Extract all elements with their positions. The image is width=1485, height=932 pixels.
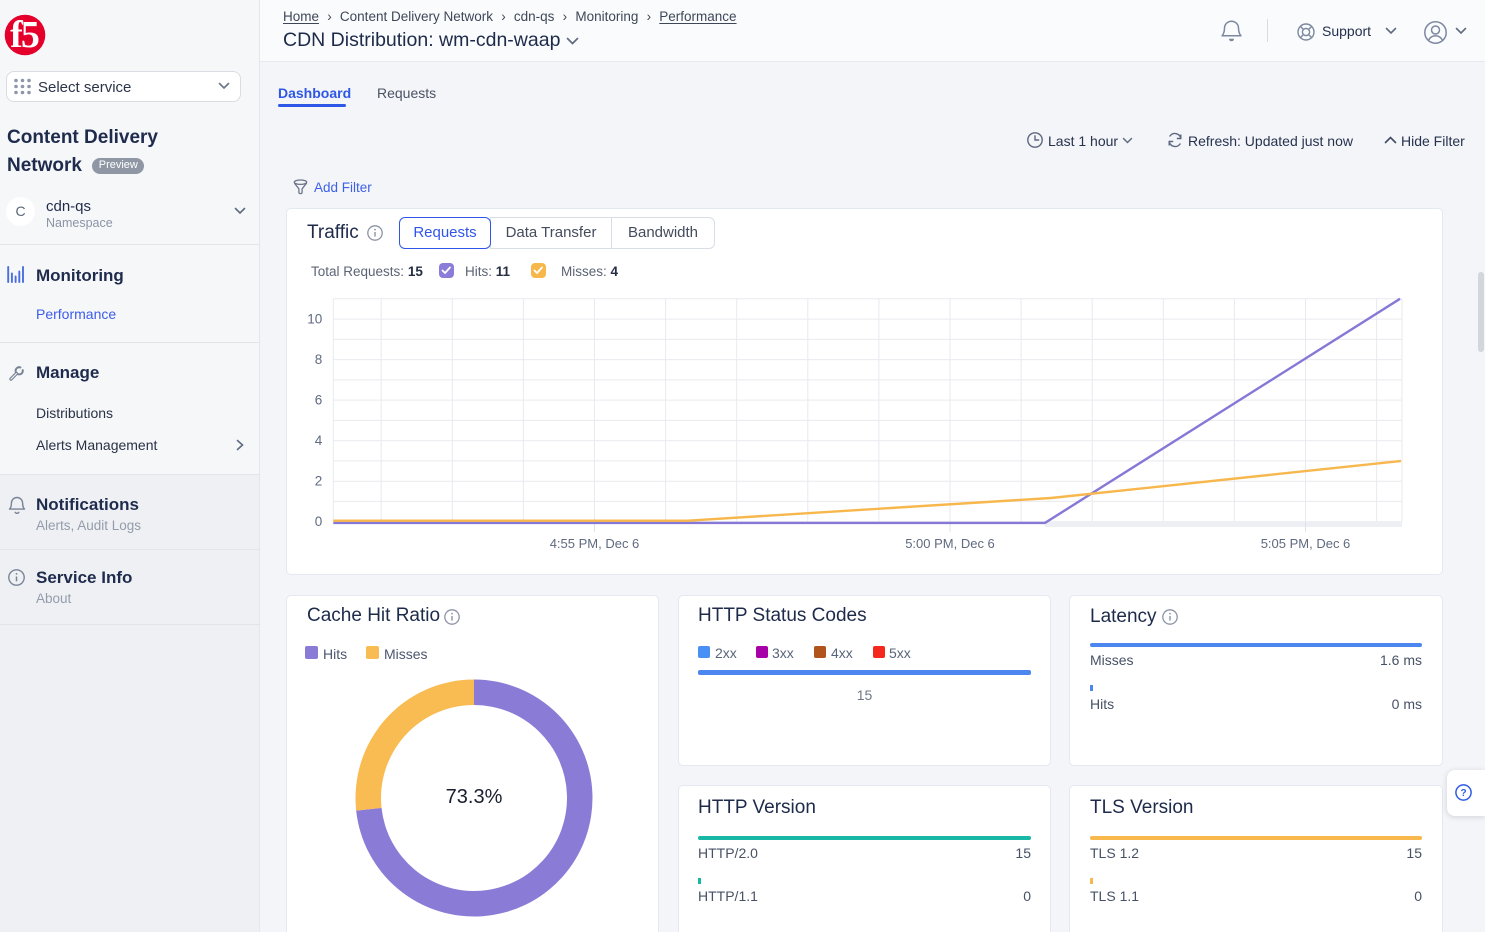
svg-text:4:55 PM, Dec 6: 4:55 PM, Dec 6: [550, 536, 640, 551]
svg-text:5:00 PM, Dec 6: 5:00 PM, Dec 6: [905, 536, 995, 551]
svg-text:5:05 PM, Dec 6: 5:05 PM, Dec 6: [1261, 536, 1351, 551]
svg-text:8: 8: [315, 352, 323, 367]
svg-text:f5: f5: [10, 14, 39, 56]
svg-text:2: 2: [315, 474, 323, 489]
svg-text:?: ?: [1460, 788, 1466, 799]
svg-text:4: 4: [315, 433, 323, 448]
svg-text:6: 6: [315, 393, 323, 408]
svg-text:10: 10: [307, 312, 322, 327]
svg-text:0: 0: [315, 514, 323, 529]
